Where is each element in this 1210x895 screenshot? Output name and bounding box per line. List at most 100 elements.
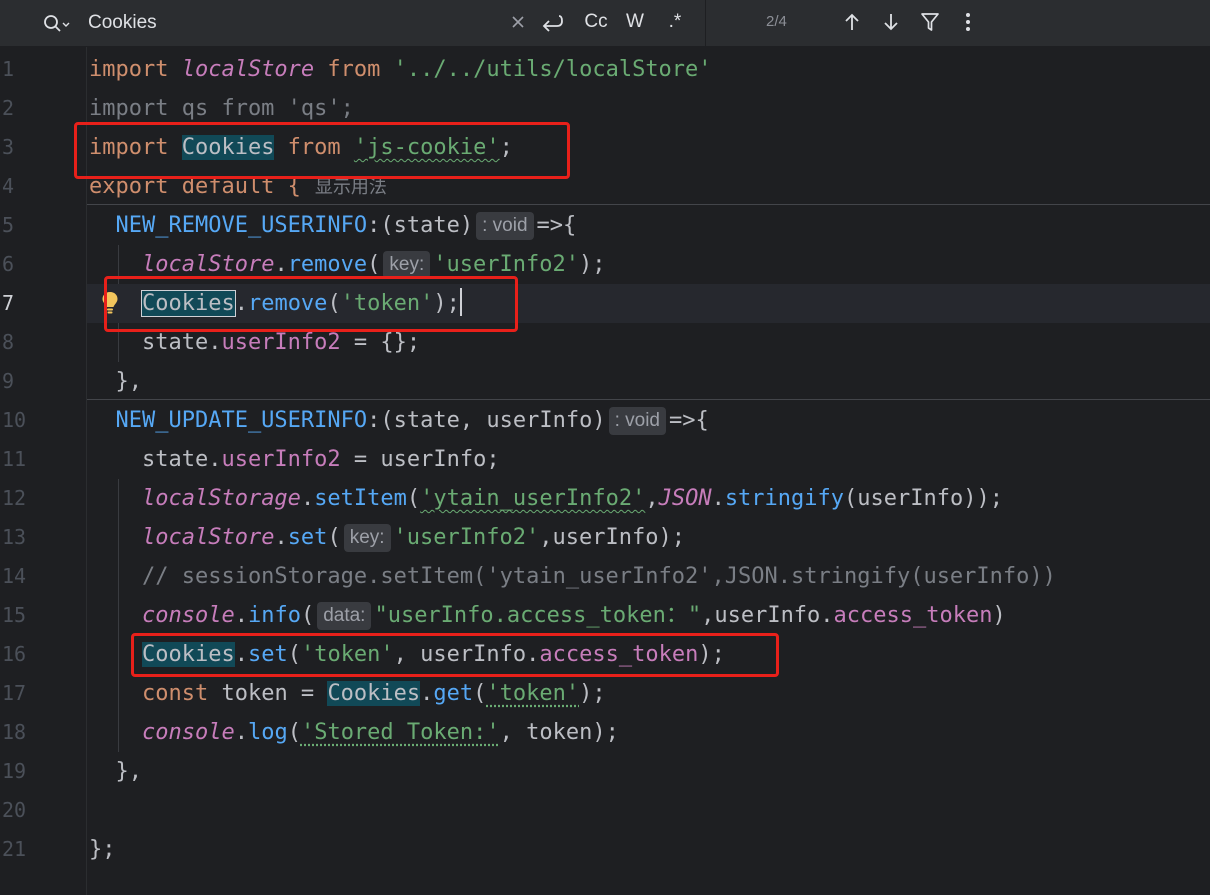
code-token: ( [367,252,381,277]
code-token: . [274,525,288,550]
code-token: state. [89,447,222,472]
search-icon[interactable] [42,14,72,34]
code-token: }, [89,369,142,394]
code-token: . [300,486,315,511]
code-token: :(state) [367,213,474,238]
code-token: import [89,57,182,82]
code-token: , [645,486,659,511]
code-token: 'Stored Token:' [300,720,500,745]
code-line-9[interactable]: }, [87,362,1210,401]
code-token: userInfo2 [221,447,341,472]
toolbar-divider [705,0,706,46]
code-token: :(state, userInfo) [367,408,606,433]
code-token: ( [300,603,315,628]
code-token: ) [992,603,1006,628]
code-token: stringify [724,486,845,511]
code-line-1[interactable]: import localStore from '../../utils/loca… [87,50,1210,89]
replace-icon[interactable] [537,8,567,36]
next-match-icon[interactable] [879,8,903,36]
match-count: 2/4 [766,13,787,30]
find-bar: Cc W .* 2/4 [0,0,1210,47]
param-hint: key: [383,251,431,279]
code-token: set [287,525,328,550]
line-number: 4 [2,174,15,198]
filter-icon[interactable] [918,8,942,36]
line-number: 13 [2,525,27,549]
match-case-toggle[interactable]: Cc [580,8,612,36]
annotation-box [74,122,570,179]
previous-match-icon[interactable] [840,8,864,36]
code-token: remove [287,252,368,277]
code-token: , token); [499,720,619,745]
code-line-13[interactable]: localStore.set(key:'userInfo2',userInfo)… [87,518,1210,557]
code-token: from [314,57,394,82]
code-token: JSON [658,486,712,511]
search-match: Cookies [327,681,421,706]
search-input[interactable] [88,10,478,36]
clear-icon[interactable] [508,8,528,36]
code-token: ); [578,252,606,277]
code-token: }, [89,759,142,784]
code-token: ( [473,681,487,706]
code-token: = {}; [340,330,421,355]
type-hint: : void [608,407,666,435]
param-hint: data: [317,602,372,630]
code-token: ,userInfo. [701,603,834,628]
line-number: 5 [2,213,15,237]
annotation-box [131,633,779,677]
whole-word-toggle[interactable]: W [621,8,649,36]
line-number: 20 [2,798,27,822]
code-line-21[interactable]: }; [87,830,1210,869]
code-token: =>{ [536,213,577,238]
code-line-10[interactable]: NEW_UPDATE_USERINFO:(state, userInfo): v… [87,401,1210,440]
code-token: ( [287,720,301,745]
code-comment: // sessionStorage.setItem('ytain_userInf… [89,564,1056,589]
code-token: =>{ [669,408,709,433]
line-number: 2 [2,96,15,120]
code-token: '../../utils/localStore' [393,57,712,82]
line-number: 10 [2,408,27,432]
line-number: 19 [2,759,27,783]
code-token: . [274,252,288,277]
code-token: ,userInfo); [539,525,685,550]
code-token: token = [208,681,328,706]
code-token: 'ytain_userInfo2' [420,486,646,511]
code-token: "userInfo.access_token：" [374,603,702,628]
code-token: ); [579,681,606,706]
code-line-20[interactable] [87,791,1210,830]
code-token: 'token' [486,681,580,706]
code-token: userInfo2 [221,330,341,355]
line-number: 17 [2,681,27,705]
usage-inlay-hint[interactable]: 显示用法 [315,177,387,198]
code-line-19[interactable]: }, [87,752,1210,791]
code-line-17[interactable]: const token = Cookies.get('token'); [87,674,1210,713]
code-line-14[interactable]: // sessionStorage.setItem('ytain_userInf… [87,557,1210,596]
code-token: }; [89,837,116,862]
code-token: . [234,603,248,628]
code-editor[interactable]: 1 2 3 4 5 6 7 8 9 10 11 12 13 14 15 16 1… [0,47,1210,895]
code-line-11[interactable]: state.userInfo2 = userInfo; [87,440,1210,479]
code-token: . [420,681,434,706]
code-line-5[interactable]: NEW_REMOVE_USERINFO:(state): void =>{ [87,206,1210,245]
code-token: localStore [141,525,275,550]
line-number: 12 [2,486,27,510]
line-number: 6 [2,252,15,276]
code-token: console [141,603,235,628]
code-line-18[interactable]: console.log('Stored Token:', token); [87,713,1210,752]
code-token: = userInfo; [340,447,500,472]
code-line-12[interactable]: localStorage.setItem('ytain_userInfo2',J… [87,479,1210,518]
line-number: 18 [2,720,27,744]
code-token: localStore [141,252,275,277]
code-token: NEW_REMOVE_USERINFO [89,213,368,238]
code-line-15[interactable]: console.info(data: "userInfo.access_token… [87,596,1210,635]
code-token: . [234,720,248,745]
line-number: 21 [2,837,27,861]
regex-toggle[interactable]: .* [660,8,690,36]
more-options-icon[interactable] [958,8,978,36]
